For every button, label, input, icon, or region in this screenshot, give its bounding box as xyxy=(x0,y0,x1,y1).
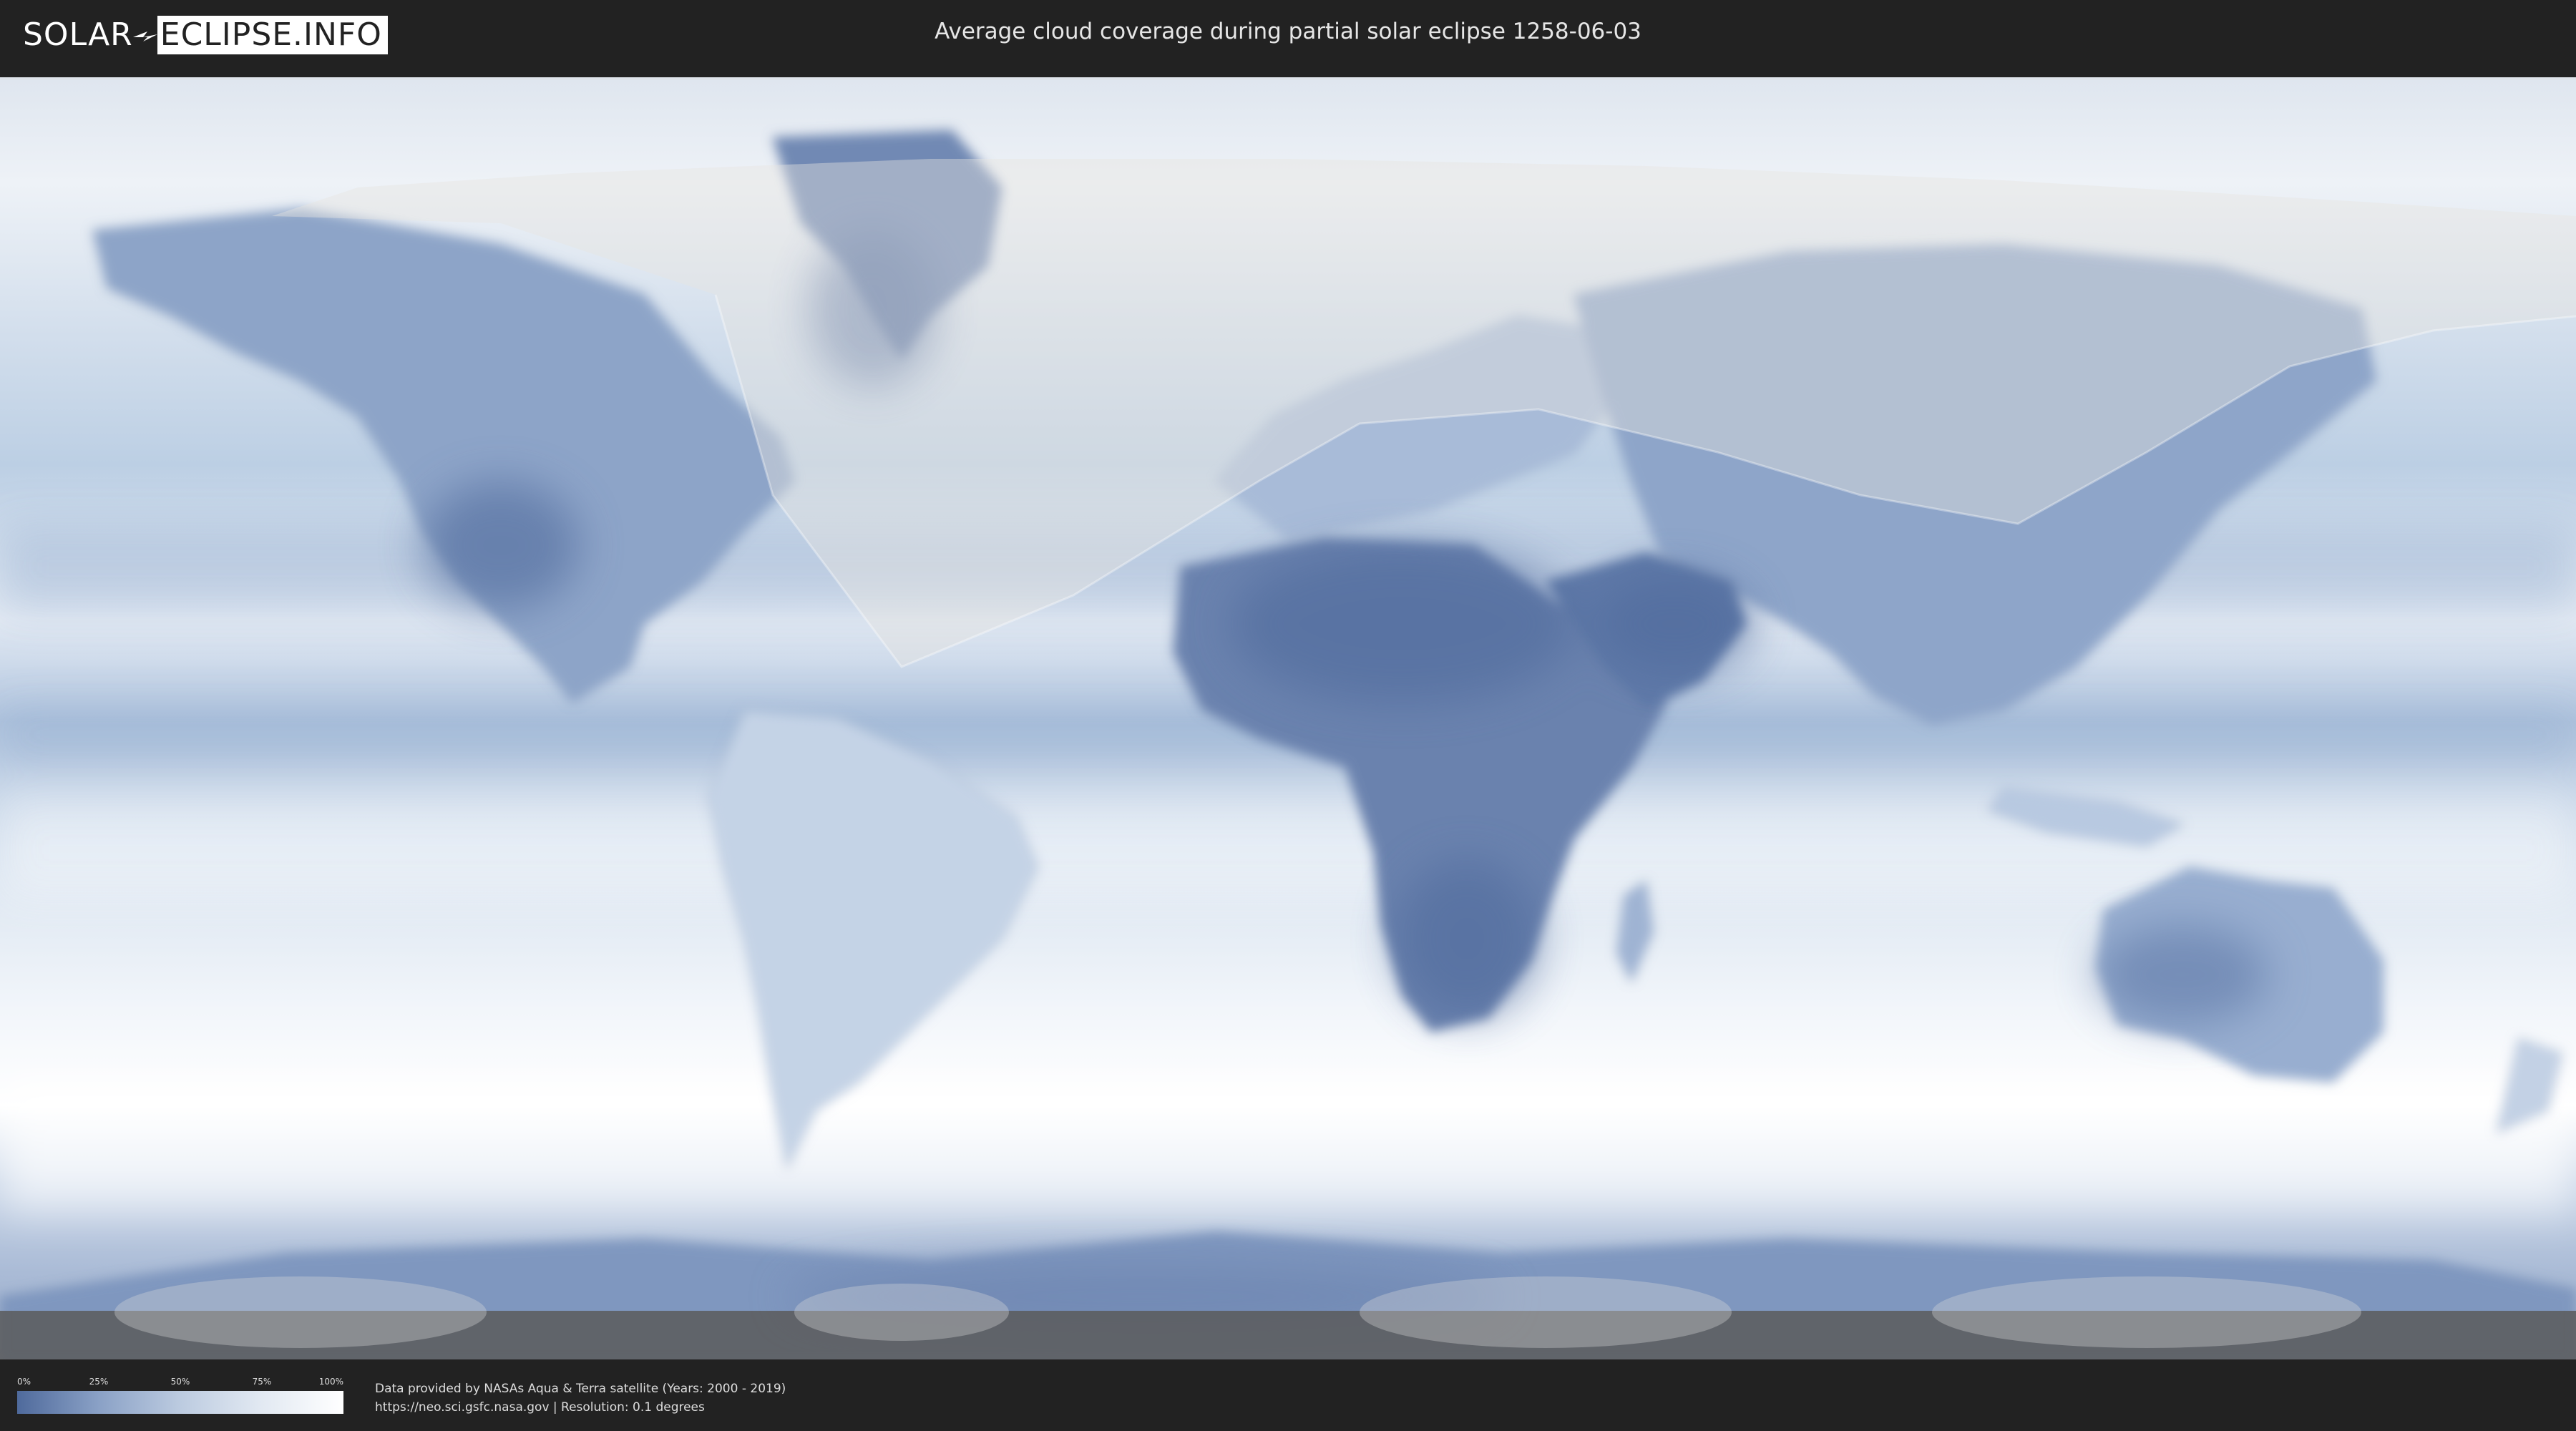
legend-tick: 50% xyxy=(170,1377,190,1387)
legend-ticks: 0% 25% 50% 75% 100% xyxy=(17,1377,343,1388)
page-title: Average cloud coverage during partial so… xyxy=(935,19,1641,44)
legend-tick: 0% xyxy=(17,1377,31,1387)
footer-bar: 0% 25% 50% 75% 100% Data provided by NAS… xyxy=(0,1359,2576,1431)
world-map-svg xyxy=(0,80,2576,1359)
cloud-coverage-legend: 0% 25% 50% 75% 100% xyxy=(17,1377,343,1414)
legend-color-bar xyxy=(17,1391,343,1414)
cloud-coverage-map[interactable] xyxy=(0,77,2576,1359)
data-credits: Data provided by NASAs Aqua & Terra sate… xyxy=(375,1379,786,1417)
legend-tick: 75% xyxy=(252,1377,272,1387)
header-bar: SOLAR ECLIPSE.INFO Average cloud coverag… xyxy=(0,0,2576,72)
credits-line-source: Data provided by NASAs Aqua & Terra sate… xyxy=(375,1382,786,1396)
credits-line-url[interactable]: https://neo.sci.gsfc.nasa.gov | Resoluti… xyxy=(375,1398,786,1417)
legend-tick: 25% xyxy=(89,1377,109,1387)
legend-tick: 100% xyxy=(318,1377,343,1387)
